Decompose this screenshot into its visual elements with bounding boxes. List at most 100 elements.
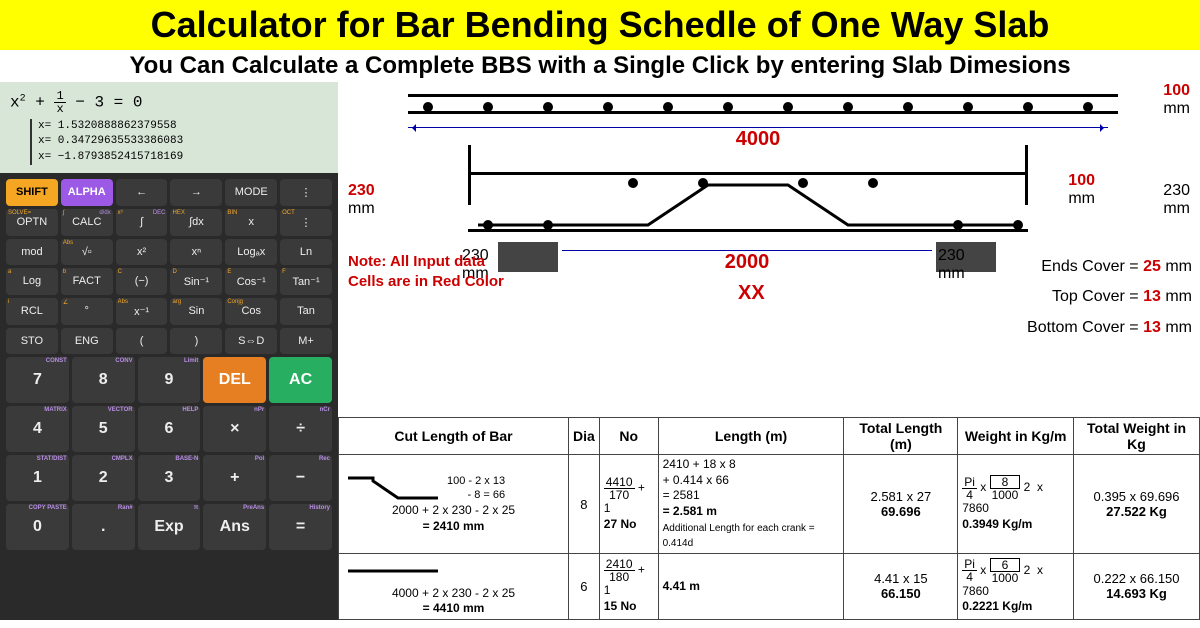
col-header: Dia	[569, 418, 600, 455]
key-m[interactable]: M+	[280, 328, 332, 354]
key-[interactable]: Rec−	[269, 455, 332, 501]
key-[interactable]: ←	[116, 179, 168, 206]
rebar-dot	[1023, 102, 1033, 112]
key-del[interactable]: DEL	[203, 357, 266, 403]
key-9[interactable]: Limit9	[138, 357, 201, 403]
key-mode[interactable]: MODE	[225, 179, 277, 206]
key-5[interactable]: VECTOR5	[72, 406, 135, 452]
page-subtitle: You Can Calculate a Complete BBS with a …	[0, 50, 1200, 82]
key-[interactable]: nCr÷	[269, 406, 332, 452]
key-fact[interactable]: bFACT	[61, 268, 113, 295]
key-7[interactable]: CONST7	[6, 357, 69, 403]
section-mark-xx: XX	[738, 282, 765, 305]
key-optn[interactable]: SOLVE=OPTN	[6, 209, 58, 236]
key-[interactable]: )	[170, 328, 222, 354]
key-sin[interactable]: argSin	[170, 298, 222, 325]
key-cos[interactable]: ECos⁻¹	[225, 268, 277, 295]
calculator-display: x2 + 1x − 3 = 0 x= 1.5320888862379558x= …	[0, 82, 338, 173]
dim-230-left: 230mm	[348, 182, 375, 218]
rebar-dot	[953, 220, 963, 230]
straight-bar-icon	[343, 556, 443, 586]
support-left	[498, 242, 558, 272]
key-[interactable]: x³DEC∫	[116, 209, 168, 236]
key-[interactable]: ∠°	[61, 298, 113, 325]
key-x[interactable]: Absx⁻¹	[116, 298, 168, 325]
key-[interactable]: History=	[269, 504, 332, 550]
total-weight-cell: 0.222 x 66.15014.693 Kg	[1074, 553, 1200, 619]
length-cell: 2410 + 18 x 8+ 0.414 x 66= 2581= 2.581 m…	[658, 455, 844, 554]
key-shift[interactable]: SHIFT	[6, 179, 58, 206]
key-[interactable]: Abs√▫	[61, 239, 113, 265]
key-tan[interactable]: FTan⁻¹	[280, 268, 332, 295]
dimension-4000: 4000	[408, 127, 1108, 151]
key-3[interactable]: BASE-N3	[138, 455, 201, 501]
slab-section-diagram: 100mm 4000 230mm 100mm 230mm 230mm 2000 …	[338, 82, 1200, 372]
key-logx[interactable]: Logₐx	[225, 239, 277, 265]
key-[interactable]: OCT⋮	[280, 209, 332, 236]
col-header: Total Weight in Kg	[1074, 418, 1200, 455]
rebar-dot	[483, 102, 493, 112]
bbs-table: Cut Length of BarDiaNoLength (m)Total Le…	[338, 417, 1200, 620]
rebar-dot	[483, 220, 493, 230]
key-[interactable]: (	[116, 328, 168, 354]
key-[interactable]: nPr×	[203, 406, 266, 452]
key-[interactable]: →	[170, 179, 222, 206]
rebar-dot	[543, 102, 553, 112]
table-row: 4000 + 2 x 230 - 2 x 25= 4410 mm62410180…	[339, 553, 1200, 619]
key-[interactable]: Ran#.	[72, 504, 135, 550]
total-length-cell: 2.581 x 2769.696	[844, 455, 958, 554]
rebar-dot	[783, 102, 793, 112]
weight-cell: Pi4 x 61000 2 x 78600.2221 Kg/m	[958, 553, 1074, 619]
key-6[interactable]: HELP6	[138, 406, 201, 452]
key-sd[interactable]: S⇔D	[225, 328, 277, 354]
key-x[interactable]: x²	[116, 239, 168, 265]
key-mod[interactable]: mod	[6, 239, 58, 265]
rebar-dot	[628, 178, 638, 188]
key-calc[interactable]: ∫d/dxCALC	[61, 209, 113, 236]
col-header: Weight in Kg/m	[958, 418, 1074, 455]
key-[interactable]: Pol+	[203, 455, 266, 501]
rebar-dot	[798, 178, 808, 188]
col-header: No	[599, 418, 658, 455]
col-header: Total Length (m)	[844, 418, 958, 455]
key-4[interactable]: MATRIX4	[6, 406, 69, 452]
key-sto[interactable]: STO	[6, 328, 58, 354]
key-8[interactable]: CONV8	[72, 357, 135, 403]
input-note: Note: All Input dataCells are in Red Col…	[348, 252, 504, 291]
key-cos[interactable]: ConjgCos	[225, 298, 277, 325]
col-header: Length (m)	[658, 418, 844, 455]
key-rcl[interactable]: iRCL	[6, 298, 58, 325]
key-1[interactable]: STAT/DIST1	[6, 455, 69, 501]
key-sin[interactable]: DSin⁻¹	[170, 268, 222, 295]
key-ans[interactable]: PreAnsAns	[203, 504, 266, 550]
key-ln[interactable]: Ln	[280, 239, 332, 265]
length-cell: 4.41 m	[658, 553, 844, 619]
table-row: 100 - 2 x 13- 8 = 662000 + 2 x 230 - 2 x…	[339, 455, 1200, 554]
rebar-dot	[423, 102, 433, 112]
key-tan[interactable]: Tan	[280, 298, 332, 325]
key-dx[interactable]: HEX∫dx	[170, 209, 222, 236]
key-ac[interactable]: AC	[269, 357, 332, 403]
key-2[interactable]: CMPLX2	[72, 455, 135, 501]
rebar-dot	[543, 220, 553, 230]
total-length-cell: 4.41 x 1566.150	[844, 553, 958, 619]
key-x[interactable]: xⁿ	[170, 239, 222, 265]
key-log[interactable]: aLog	[6, 268, 58, 295]
rebar-dot	[723, 102, 733, 112]
rebar-dot	[603, 102, 613, 112]
rebar-dot	[663, 102, 673, 112]
key-x[interactable]: BINx	[225, 209, 277, 236]
key-0[interactable]: COPY PASTE0	[6, 504, 69, 550]
top-slab-bar	[408, 94, 1118, 114]
page-title: Calculator for Bar Bending Schedle of On…	[0, 0, 1200, 50]
key-[interactable]: ⋮	[280, 179, 332, 206]
beam-section	[468, 172, 1028, 232]
key-eng[interactable]: ENG	[61, 328, 113, 354]
key-exp[interactable]: πExp	[138, 504, 201, 550]
dim-100-inner: 100mm	[1068, 172, 1095, 208]
key-[interactable]: C(−)	[116, 268, 168, 295]
key-alpha[interactable]: ALPHA	[61, 179, 113, 206]
equation-display: x2 + 1x − 3 = 0	[10, 90, 328, 115]
crank-bar-icon	[343, 473, 443, 503]
main-content: x2 + 1x − 3 = 0 x= 1.5320888862379558x= …	[0, 82, 1200, 620]
